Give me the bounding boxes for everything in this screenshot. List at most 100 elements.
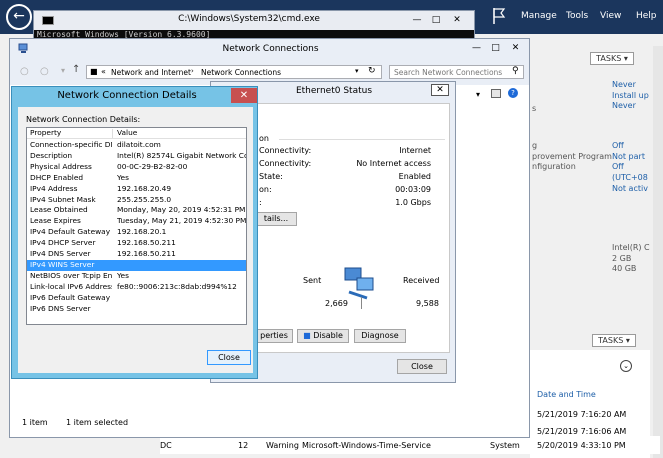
- value-cell: Intel(R) 82574L Gigabit Network Connect: [117, 150, 246, 160]
- help-icon[interactable]: ?: [508, 88, 518, 98]
- row-label: State:: [259, 172, 283, 181]
- row-label: on:: [259, 185, 272, 194]
- column-divider[interactable]: [112, 129, 113, 138]
- close-button[interactable]: ✕: [507, 42, 524, 54]
- minimize-button[interactable]: —: [408, 14, 426, 26]
- up-arrow-icon[interactable]: ↑: [72, 64, 80, 75]
- diagnose-button[interactable]: Diagnose: [354, 329, 406, 343]
- table-row[interactable]: IPv4 Address 192.168.20.49: [27, 184, 246, 195]
- prop-link[interactable]: (UTC+08: [612, 173, 648, 184]
- column-value[interactable]: Value: [117, 128, 246, 139]
- row-value: 1.0 Gbps: [395, 198, 431, 207]
- event-date: 5/21/2019 7:16:06 AM: [537, 427, 627, 436]
- prop-link[interactable]: Off: [612, 141, 648, 152]
- value-cell: 192.168.50.211: [117, 249, 176, 258]
- network-connection-details-dialog[interactable]: Network Connection Details ✕ Network Con…: [11, 86, 258, 379]
- search-input[interactable]: Search Network Connections: [394, 68, 504, 77]
- view-options-dropdown[interactable]: ▾: [476, 90, 480, 99]
- chevron-down-icon[interactable]: ⌄: [620, 360, 632, 372]
- prop-link[interactable]: Never: [612, 101, 649, 112]
- breadcrumb-overflow[interactable]: «: [101, 67, 106, 76]
- preview-pane-icon[interactable]: [491, 89, 501, 98]
- column-date-time[interactable]: Date and Time: [537, 390, 596, 399]
- prop-label: nfiguration: [532, 162, 576, 172]
- row-value: No Internet access: [356, 159, 431, 168]
- search-icon[interactable]: ⚲: [512, 66, 519, 76]
- prop-link[interactable]: Never: [612, 80, 649, 91]
- properties-values-mid: Off Not part Off (UTC+08 Not activ: [612, 141, 648, 195]
- properties-button[interactable]: perties: [255, 329, 293, 343]
- dialog-title: Network Connection Details: [57, 90, 197, 101]
- forward-button[interactable]: ○: [40, 66, 49, 77]
- table-row[interactable]: IPv4 Default Gateway 192.168.20.1: [27, 227, 246, 238]
- menu-manage[interactable]: Manage: [521, 11, 557, 21]
- table-row[interactable]: IPv4 DHCP Server 192.168.50.211: [27, 238, 246, 249]
- breadcrumb-separator-icon: ›: [191, 67, 194, 75]
- table-row[interactable]: Lease Expires Tuesday, May 21, 2019 4:52:…: [27, 216, 246, 227]
- close-button[interactable]: Close: [207, 350, 251, 365]
- event-log: System: [490, 441, 520, 450]
- tasks-dropdown-properties[interactable]: TASKS ▾: [590, 52, 634, 65]
- close-button[interactable]: Close: [397, 359, 447, 374]
- sent-bytes: 2,669: [325, 299, 348, 308]
- table-row[interactable]: Lease Obtained Monday, May 20, 2019 4:52:…: [27, 205, 246, 216]
- address-bar[interactable]: ■ « Network and Internet › Network Conne…: [86, 65, 382, 79]
- back-arrow-icon[interactable]: ←: [6, 4, 32, 30]
- value-cell: dilatoit.com: [117, 140, 161, 149]
- table-row[interactable]: Physical Address 00-0C-29-B2-82-00: [27, 162, 246, 173]
- prop-link[interactable]: Not part: [612, 152, 648, 163]
- event-row[interactable]: DC 12 Warning Microsoft-Windows-Time-Ser…: [160, 436, 660, 454]
- property-cell: IPv4 Subnet Mask: [30, 194, 96, 204]
- breadcrumb-network-connections[interactable]: Network Connections: [201, 68, 281, 77]
- table-row[interactable]: Description Intel(R) 82574L Gigabit Netwo…: [27, 150, 246, 162]
- row-label: Connectivity:: [259, 159, 312, 168]
- details-button[interactable]: tails...: [255, 212, 297, 226]
- close-icon[interactable]: ✕: [231, 88, 257, 103]
- maximize-button[interactable]: □: [487, 42, 504, 54]
- properties-labels-mid: g provement Program nfiguration: [532, 141, 612, 173]
- prop-link[interactable]: Off: [612, 162, 648, 173]
- table-row[interactable]: IPv4 Subnet Mask 255.255.255.0: [27, 194, 246, 206]
- recent-dropdown-icon[interactable]: ▾: [61, 66, 65, 75]
- row-label: :: [259, 198, 262, 207]
- table-row[interactable]: NetBIOS over Tcpip En... Yes: [27, 271, 246, 282]
- properties-values-top: Never Install up Never: [612, 80, 649, 112]
- minimize-button[interactable]: —: [468, 42, 485, 54]
- prop-link[interactable]: Install up: [612, 91, 649, 102]
- property-cell: IPv4 DNS Server: [30, 249, 91, 258]
- maximize-button[interactable]: □: [427, 14, 445, 26]
- tasks-dropdown-events[interactable]: TASKS ▾: [592, 334, 636, 347]
- table-row[interactable]: IPv4 DNS Server 192.168.50.211: [27, 249, 246, 260]
- received-label: Received: [403, 276, 440, 285]
- vertical-scrollbar[interactable]: [653, 46, 663, 458]
- notification-flag-icon[interactable]: [492, 7, 506, 25]
- prop-value: Intel(R) C: [612, 243, 650, 252]
- table-row[interactable]: Link-local IPv6 Address fe80::9006:213c:8…: [27, 281, 246, 293]
- prop-value: 40 GB: [612, 264, 637, 274]
- prop-label: g: [532, 141, 538, 150]
- menu-view[interactable]: View: [600, 11, 621, 21]
- divider: [279, 139, 445, 140]
- prop-label: provement Program: [532, 151, 612, 161]
- column-property[interactable]: Property: [30, 128, 112, 139]
- disable-button[interactable]: ■ Disable: [297, 329, 349, 343]
- list-header: Property Value: [27, 128, 246, 139]
- close-button[interactable]: ✕: [431, 84, 449, 96]
- network-activity-icon: [344, 267, 374, 300]
- menu-help[interactable]: Help: [636, 11, 657, 21]
- table-row[interactable]: Connection-specific DN... dilatoit.com: [27, 140, 246, 151]
- menu-tools[interactable]: Tools: [566, 11, 588, 21]
- table-row[interactable]: IPv6 DNS Server: [27, 304, 246, 315]
- table-row[interactable]: IPv4 WINS Server: [27, 259, 246, 271]
- prop-link[interactable]: Not activ: [612, 184, 648, 195]
- search-box[interactable]: Search Network Connections ⚲: [389, 65, 524, 79]
- breadcrumb-network-internet[interactable]: Network and Internet: [111, 68, 191, 77]
- back-button[interactable]: ○: [20, 66, 29, 77]
- table-row[interactable]: IPv6 Default Gateway: [27, 293, 246, 304]
- table-row[interactable]: DHCP Enabled Yes: [27, 173, 246, 184]
- close-button[interactable]: ✕: [448, 14, 466, 26]
- chevron-down-icon[interactable]: ▾: [355, 67, 359, 75]
- property-cell: Link-local IPv6 Address: [30, 281, 112, 291]
- details-list[interactable]: Property Value Connection-specific DN...…: [26, 127, 247, 325]
- refresh-icon[interactable]: ↻: [368, 66, 376, 76]
